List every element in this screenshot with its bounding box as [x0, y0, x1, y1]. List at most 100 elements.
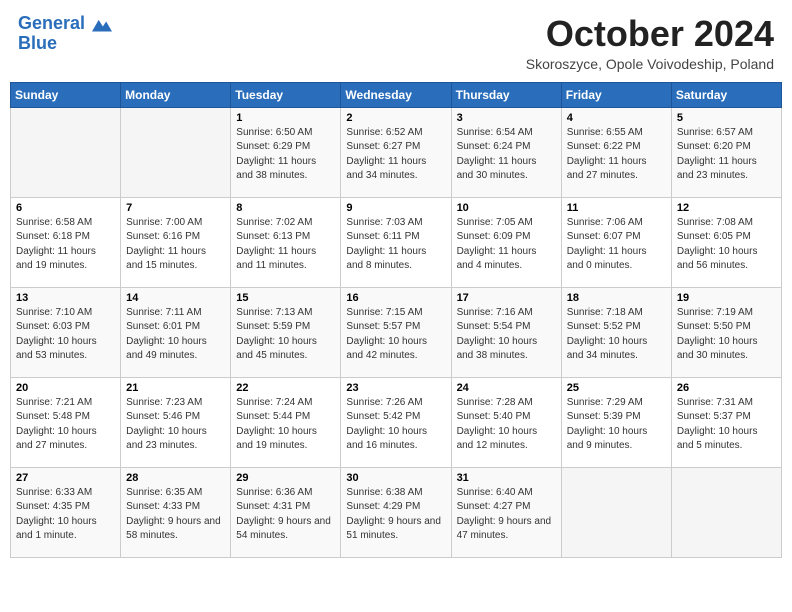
calendar-cell: 30 Sunrise: 6:38 AMSunset: 4:29 PMDayligh…: [341, 467, 451, 557]
day-info: Sunrise: 6:36 AMSunset: 4:31 PMDaylight:…: [236, 486, 335, 544]
day-info: Sunrise: 6:38 AMSunset: 4:29 PMDaylight:…: [346, 486, 445, 544]
day-number: 9: [346, 202, 445, 214]
day-number: 31: [457, 472, 556, 484]
day-number: 25: [567, 382, 666, 394]
day-number: 4: [567, 112, 666, 124]
day-info: Sunrise: 7:02 AMSunset: 6:13 PMDaylight:…: [236, 216, 335, 274]
day-number: 19: [677, 292, 776, 304]
day-info: Sunrise: 6:35 AMSunset: 4:33 PMDaylight:…: [126, 486, 225, 544]
logo-blue: Blue: [18, 34, 112, 54]
calendar-cell: [11, 107, 121, 197]
day-info: Sunrise: 7:19 AMSunset: 5:50 PMDaylight:…: [677, 306, 776, 364]
day-number: 15: [236, 292, 335, 304]
calendar-cell: 5Sunrise: 6:57 AMSunset: 6:20 PMDaylight…: [671, 107, 781, 197]
calendar-cell: [121, 107, 231, 197]
day-number: 11: [567, 202, 666, 214]
day-info: Sunrise: 7:10 AMSunset: 6:03 PMDaylight:…: [16, 306, 115, 364]
calendar-cell: 26 Sunrise: 7:31 AMSunset: 5:37 PMDayligh…: [671, 377, 781, 467]
day-info: Sunrise: 7:11 AMSunset: 6:01 PMDaylight:…: [126, 306, 225, 364]
calendar-cell: 6Sunrise: 6:58 AMSunset: 6:18 PMDaylight…: [11, 197, 121, 287]
calendar-cell: 10 Sunrise: 7:05 AMSunset: 6:09 PMDayligh…: [451, 197, 561, 287]
day-info: Sunrise: 7:16 AMSunset: 5:54 PMDaylight:…: [457, 306, 556, 364]
day-info: Sunrise: 6:54 AMSunset: 6:24 PMDaylight:…: [457, 126, 556, 184]
day-info: Sunrise: 7:05 AMSunset: 6:09 PMDaylight:…: [457, 216, 556, 274]
day-number: 24: [457, 382, 556, 394]
calendar-cell: 12 Sunrise: 7:08 AMSunset: 6:05 PMDayligh…: [671, 197, 781, 287]
day-number: 26: [677, 382, 776, 394]
day-info: Sunrise: 7:26 AMSunset: 5:42 PMDaylight:…: [346, 396, 445, 454]
calendar-body: 1 Sunrise: 6:50 AMSunset: 6:29 PMDaylight…: [11, 107, 782, 557]
calendar-cell: 13 Sunrise: 7:10 AMSunset: 6:03 PMDayligh…: [11, 287, 121, 377]
day-info: Sunrise: 7:13 AMSunset: 5:59 PMDaylight:…: [236, 306, 335, 364]
day-number: 30: [346, 472, 445, 484]
day-number: 8: [236, 202, 335, 214]
calendar-cell: 27 Sunrise: 6:33 AMSunset: 4:35 PMDayligh…: [11, 467, 121, 557]
calendar-cell: 29 Sunrise: 6:36 AMSunset: 4:31 PMDayligh…: [231, 467, 341, 557]
day-info: Sunrise: 7:23 AMSunset: 5:46 PMDaylight:…: [126, 396, 225, 454]
day-number: 18: [567, 292, 666, 304]
day-info: Sunrise: 7:29 AMSunset: 5:39 PMDaylight:…: [567, 396, 666, 454]
calendar-cell: 25 Sunrise: 7:29 AMSunset: 5:39 PMDayligh…: [561, 377, 671, 467]
calendar-header-row: SundayMondayTuesdayWednesdayThursdayFrid…: [11, 82, 782, 107]
calendar-cell: 17 Sunrise: 7:16 AMSunset: 5:54 PMDayligh…: [451, 287, 561, 377]
calendar-cell: 2 Sunrise: 6:52 AMSunset: 6:27 PMDaylight…: [341, 107, 451, 197]
day-number: 12: [677, 202, 776, 214]
day-number: 22: [236, 382, 335, 394]
weekday-header: Thursday: [451, 82, 561, 107]
day-info: Sunrise: 6:55 AMSunset: 6:22 PMDaylight:…: [567, 126, 666, 184]
day-number: 14: [126, 292, 225, 304]
day-number: 17: [457, 292, 556, 304]
calendar-cell: 22Sunrise: 7:24 AMSunset: 5:44 PMDayligh…: [231, 377, 341, 467]
day-info: Sunrise: 6:33 AMSunset: 4:35 PMDaylight:…: [16, 486, 115, 544]
calendar-week-row: 1 Sunrise: 6:50 AMSunset: 6:29 PMDaylight…: [11, 107, 782, 197]
day-info: Sunrise: 7:28 AMSunset: 5:40 PMDaylight:…: [457, 396, 556, 454]
calendar-cell: 11 Sunrise: 7:06 AMSunset: 6:07 PMDayligh…: [561, 197, 671, 287]
day-number: 20: [16, 382, 115, 394]
month-title: October 2024: [526, 14, 774, 54]
calendar-week-row: 13 Sunrise: 7:10 AMSunset: 6:03 PMDayligh…: [11, 287, 782, 377]
weekday-header: Monday: [121, 82, 231, 107]
day-info: Sunrise: 7:21 AMSunset: 5:48 PMDaylight:…: [16, 396, 115, 454]
day-info: Sunrise: 6:50 AMSunset: 6:29 PMDaylight:…: [236, 126, 335, 184]
day-number: 29: [236, 472, 335, 484]
calendar-cell: 9 Sunrise: 7:03 AMSunset: 6:11 PMDaylight…: [341, 197, 451, 287]
calendar-cell: [561, 467, 671, 557]
day-info: Sunrise: 7:03 AMSunset: 6:11 PMDaylight:…: [346, 216, 445, 274]
day-info: Sunrise: 6:52 AMSunset: 6:27 PMDaylight:…: [346, 126, 445, 184]
day-number: 27: [16, 472, 115, 484]
calendar-cell: 19 Sunrise: 7:19 AMSunset: 5:50 PMDayligh…: [671, 287, 781, 377]
weekday-header: Sunday: [11, 82, 121, 107]
day-number: 16: [346, 292, 445, 304]
day-number: 2: [346, 112, 445, 124]
day-number: 10: [457, 202, 556, 214]
calendar-cell: 23 Sunrise: 7:26 AMSunset: 5:42 PMDayligh…: [341, 377, 451, 467]
calendar-week-row: 27 Sunrise: 6:33 AMSunset: 4:35 PMDayligh…: [11, 467, 782, 557]
day-number: 13: [16, 292, 115, 304]
calendar-cell: 18 Sunrise: 7:18 AMSunset: 5:52 PMDayligh…: [561, 287, 671, 377]
day-number: 6: [16, 202, 115, 214]
day-info: Sunrise: 6:40 AMSunset: 4:27 PMDaylight:…: [457, 486, 556, 544]
day-number: 1: [236, 112, 335, 124]
calendar-cell: 7 Sunrise: 7:00 AMSunset: 6:16 PMDaylight…: [121, 197, 231, 287]
day-number: 21: [126, 382, 225, 394]
calendar-week-row: 6Sunrise: 6:58 AMSunset: 6:18 PMDaylight…: [11, 197, 782, 287]
day-number: 7: [126, 202, 225, 214]
calendar-cell: 21 Sunrise: 7:23 AMSunset: 5:46 PMDayligh…: [121, 377, 231, 467]
weekday-header: Tuesday: [231, 82, 341, 107]
day-number: 5: [677, 112, 776, 124]
day-number: 23: [346, 382, 445, 394]
day-info: Sunrise: 7:18 AMSunset: 5:52 PMDaylight:…: [567, 306, 666, 364]
logo: General Blue: [18, 14, 112, 54]
logo-text: General: [18, 14, 112, 34]
calendar-cell: 24 Sunrise: 7:28 AMSunset: 5:40 PMDayligh…: [451, 377, 561, 467]
day-info: Sunrise: 7:31 AMSunset: 5:37 PMDaylight:…: [677, 396, 776, 454]
day-info: Sunrise: 7:00 AMSunset: 6:16 PMDaylight:…: [126, 216, 225, 274]
day-info: Sunrise: 7:08 AMSunset: 6:05 PMDaylight:…: [677, 216, 776, 274]
calendar-cell: 14 Sunrise: 7:11 AMSunset: 6:01 PMDayligh…: [121, 287, 231, 377]
weekday-header: Friday: [561, 82, 671, 107]
calendar-cell: 15 Sunrise: 7:13 AMSunset: 5:59 PMDayligh…: [231, 287, 341, 377]
calendar-cell: [671, 467, 781, 557]
calendar-cell: 1 Sunrise: 6:50 AMSunset: 6:29 PMDaylight…: [231, 107, 341, 197]
day-info: Sunrise: 7:06 AMSunset: 6:07 PMDaylight:…: [567, 216, 666, 274]
page-header: General Blue October 2024 Skoroszyce, Op…: [10, 10, 782, 76]
